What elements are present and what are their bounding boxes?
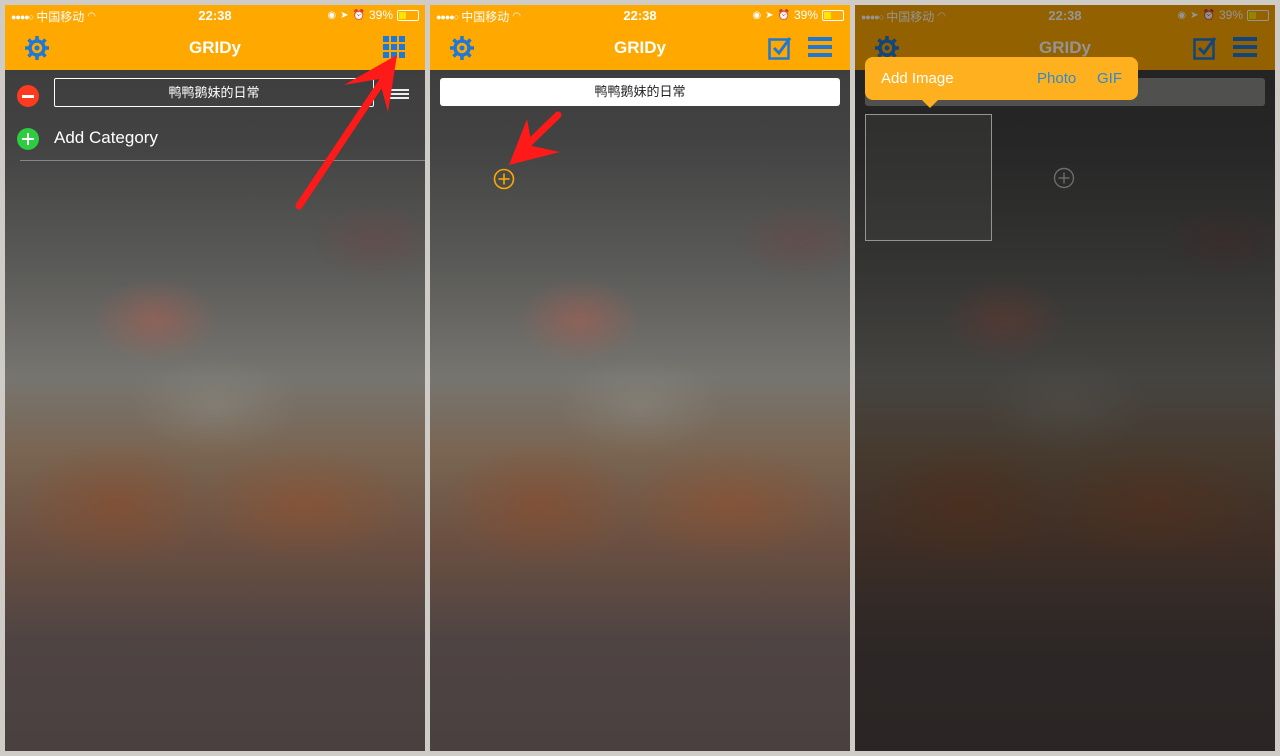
list-icon[interactable] (808, 36, 832, 58)
plus-circle-icon[interactable] (493, 168, 515, 190)
battery-percent: 39% (368, 8, 393, 22)
divider (20, 160, 425, 161)
popover-title: Add Image (881, 70, 954, 87)
nav-bar: GRIDy (430, 25, 850, 70)
add-category-label: Add Category (54, 128, 158, 147)
lock-rotation-icon: ◉ (327, 9, 337, 21)
alarm-icon: ⏰ (352, 9, 365, 21)
gif-button[interactable]: GIF (1097, 70, 1122, 87)
battery-icon (822, 9, 844, 21)
grid-icon[interactable] (383, 36, 405, 58)
modal-dim-overlay[interactable] (855, 5, 1275, 751)
battery-percent: 39% (793, 8, 818, 22)
screen-add-image: ●●●●○ 中国移动 ◠ 22:38 ◉ ➤ ⏰ 39% GRIDy Add I… (855, 5, 1275, 751)
status-bar: ●●●●○ 中国移动 ◠ 22:38 ◉ ➤ ⏰ 39% (5, 5, 425, 25)
screen-edit-categories: ●●●●○ 中国移动 ◠ 22:38 ◉ ➤ ⏰ 39% GRIDy 鸭鸭鹅妹的… (5, 5, 425, 751)
category-header[interactable]: 鸭鸭鹅妹的日常 (440, 78, 840, 106)
add-category-row[interactable]: Add Category (5, 125, 425, 165)
plus-circle-icon[interactable] (17, 128, 39, 150)
lock-rotation-icon: ◉ (752, 9, 762, 21)
nav-bar: GRIDy (5, 25, 425, 70)
minus-circle-icon[interactable] (17, 85, 39, 107)
location-icon: ➤ (765, 9, 774, 21)
reorder-handle-icon[interactable] (389, 89, 409, 99)
add-image-popover: Add Image Photo GIF (865, 57, 1138, 108)
category-name-field[interactable]: 鸭鸭鹅妹的日常 (54, 78, 374, 107)
screen-grid-view: ●●●●○ 中国移动 ◠ 22:38 ◉ ➤ ⏰ 39% GRIDy 鸭鸭鹅妹的… (430, 5, 850, 751)
status-bar: ●●●●○ 中国移动 ◠ 22:38 ◉ ➤ ⏰ 39% (430, 5, 850, 25)
alarm-icon: ⏰ (777, 9, 790, 21)
checkbox-icon[interactable] (768, 36, 792, 60)
battery-icon (397, 9, 419, 21)
annotation-arrow (509, 111, 562, 165)
photo-button[interactable]: Photo (1037, 70, 1076, 87)
category-row: 鸭鸭鹅妹的日常 (5, 77, 425, 121)
location-icon: ➤ (340, 9, 349, 21)
app-title: GRIDy (189, 38, 241, 57)
